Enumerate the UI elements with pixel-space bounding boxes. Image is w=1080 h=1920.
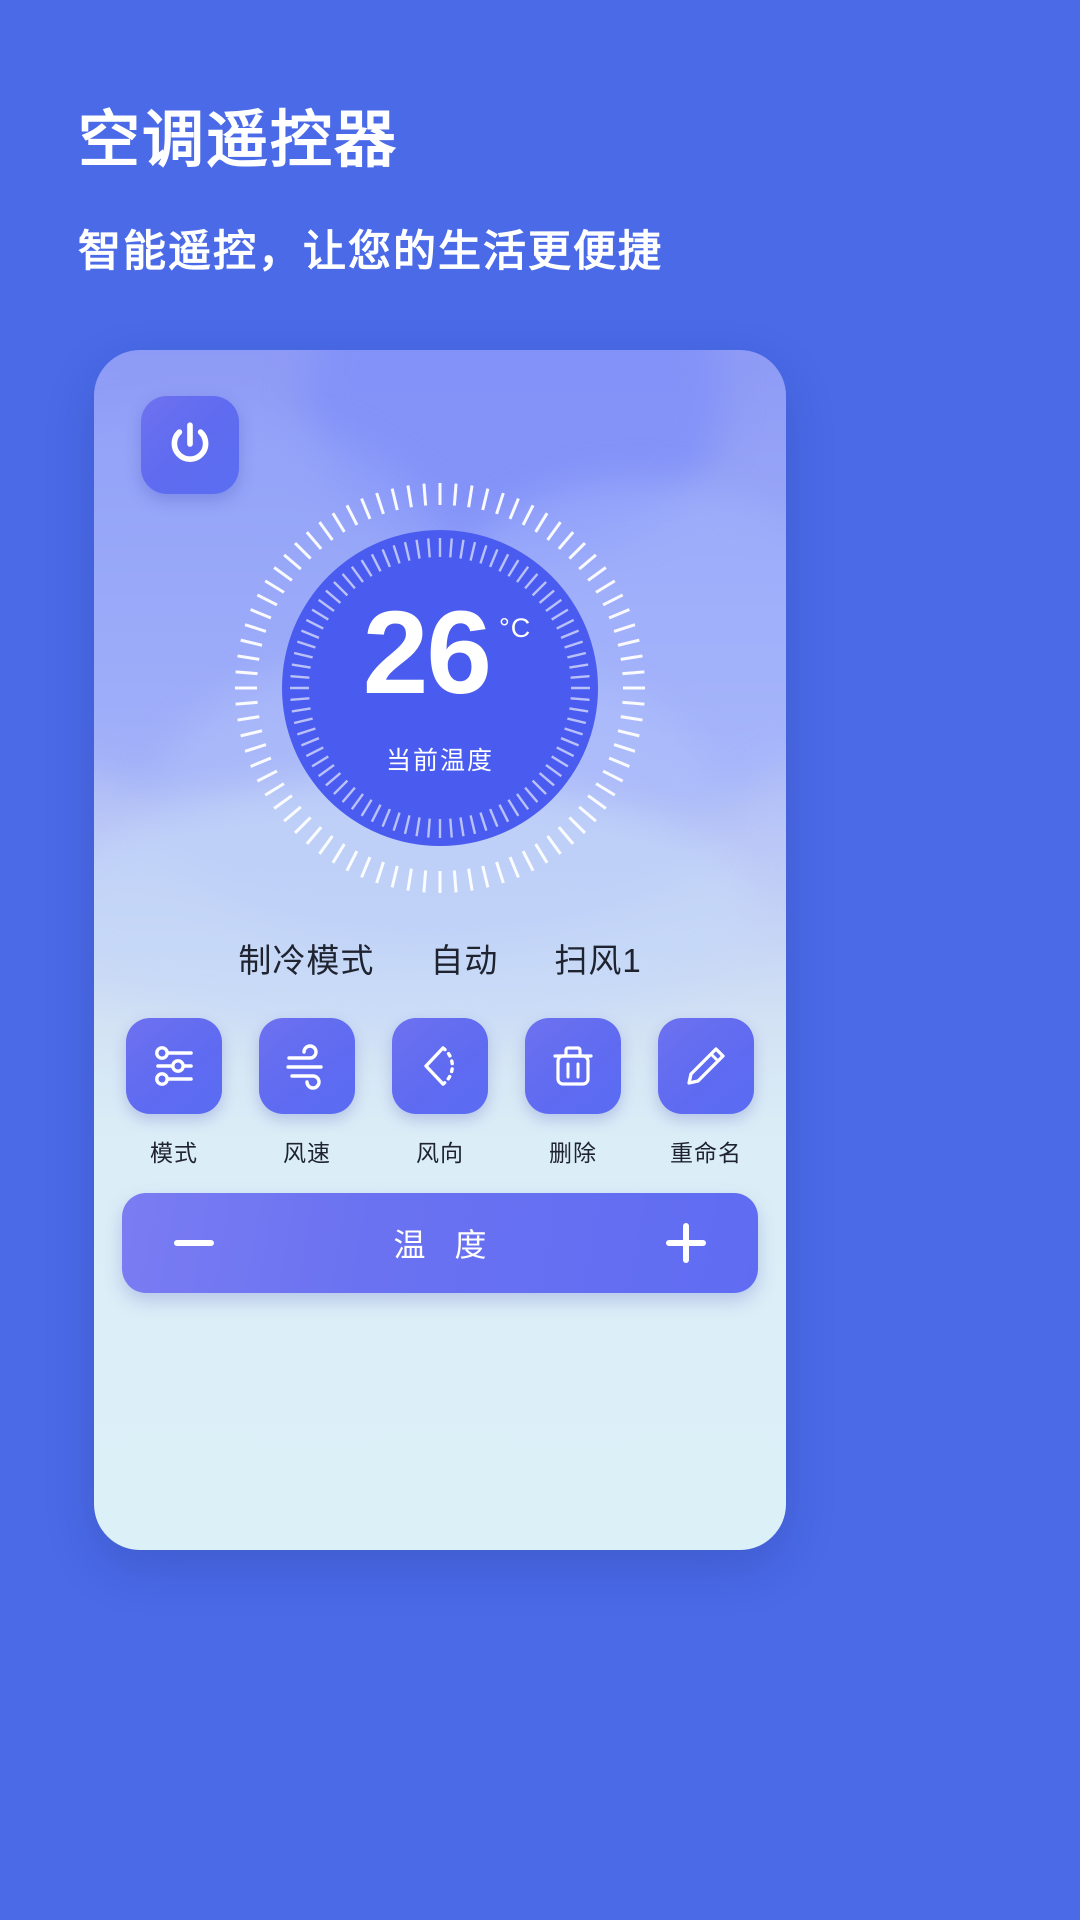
swing-direction-icon bbox=[412, 1038, 468, 1094]
temperature-decrease-button[interactable] bbox=[166, 1215, 222, 1271]
action-rename[interactable]: 重命名 bbox=[652, 1018, 760, 1168]
temperature-stepper-label: 温 度 bbox=[393, 1227, 497, 1263]
action-mode[interactable]: 模式 bbox=[120, 1018, 228, 1168]
power-icon bbox=[165, 420, 215, 470]
plus-icon bbox=[661, 1218, 711, 1268]
app-header: 空调遥控器 智能遥控，让您的生活更便捷 bbox=[0, 0, 1080, 279]
action-mode-tile[interactable] bbox=[126, 1018, 222, 1114]
temperature-dial[interactable]: 26 °C 当前温度 bbox=[230, 478, 650, 898]
minus-icon bbox=[169, 1218, 219, 1268]
pencil-icon bbox=[678, 1038, 734, 1094]
trash-icon bbox=[545, 1038, 601, 1094]
action-grid: 模式 风速 风向 删除 重命名 bbox=[94, 1018, 786, 1168]
temperature-stepper: 温 度 bbox=[122, 1193, 758, 1293]
page-title: 空调遥控器 bbox=[78, 106, 399, 175]
action-fan-speed-label: 风速 bbox=[283, 1140, 331, 1166]
status-fan-speed[interactable]: 自动 bbox=[430, 934, 498, 982]
action-delete-label: 删除 bbox=[549, 1140, 597, 1166]
power-button[interactable] bbox=[141, 396, 239, 494]
action-delete-tile[interactable] bbox=[525, 1018, 621, 1114]
wind-icon bbox=[279, 1038, 335, 1094]
sliders-icon bbox=[146, 1038, 202, 1094]
status-swing[interactable]: 扫风1 bbox=[554, 934, 641, 982]
action-rename-label: 重命名 bbox=[670, 1140, 742, 1166]
remote-control-card: 26 °C 当前温度 制冷模式 自动 扫风1 模式 风速 风向 删除 重命名 温… bbox=[94, 350, 786, 1550]
temperature-increase-button[interactable] bbox=[658, 1215, 714, 1271]
action-wind-direction-tile[interactable] bbox=[392, 1018, 488, 1114]
action-fan-speed-tile[interactable] bbox=[259, 1018, 355, 1114]
action-mode-label: 模式 bbox=[150, 1140, 198, 1166]
page-subtitle: 智能遥控，让您的生活更便捷 bbox=[78, 228, 663, 277]
action-wind-direction-label: 风向 bbox=[416, 1140, 464, 1166]
action-rename-tile[interactable] bbox=[658, 1018, 754, 1114]
status-row: 制冷模式 自动 扫风1 bbox=[94, 934, 786, 982]
action-wind-direction[interactable]: 风向 bbox=[386, 1018, 494, 1168]
action-delete[interactable]: 删除 bbox=[519, 1018, 627, 1168]
status-mode[interactable]: 制冷模式 bbox=[238, 934, 374, 982]
action-fan-speed[interactable]: 风速 bbox=[253, 1018, 361, 1168]
